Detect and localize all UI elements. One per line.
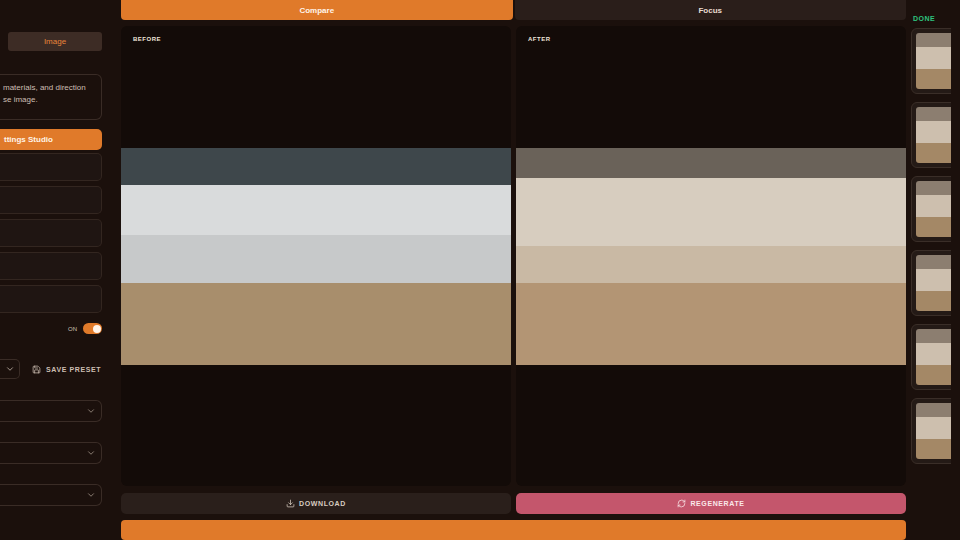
thumbnail-image <box>916 403 951 459</box>
toggle-label: ON <box>68 326 77 332</box>
results-strip: DONE <box>911 0 951 540</box>
panel-row: BEFORE AFTER <box>121 26 906 486</box>
thumbnail-image <box>916 107 951 163</box>
chevron-down-icon <box>86 406 96 416</box>
result-thumbnail[interactable] <box>911 102 951 168</box>
thumbnail-image <box>916 329 951 385</box>
result-thumbnail[interactable] <box>911 398 951 464</box>
image-panel: BEFORE <box>121 26 511 486</box>
setting-field[interactable] <box>0 219 102 247</box>
save-preset-button[interactable]: SAVE PRESET <box>32 365 101 374</box>
thumbnail-image <box>916 255 951 311</box>
setting-select[interactable] <box>0 442 102 464</box>
app: Image materials, and directionse image. tt… <box>0 0 960 540</box>
prompt-hint: se image. <box>3 94 97 106</box>
setting-select[interactable] <box>0 400 102 422</box>
mode-tabs: Image <box>0 32 112 51</box>
field-list <box>0 153 112 313</box>
prompt-hint: materials, and direction <box>3 82 97 94</box>
compare-area: CompareFocus BEFORE AFTER DOWNLOADREGENERAT… <box>121 0 906 540</box>
thumbnail-list <box>911 28 951 464</box>
view-tabs: CompareFocus <box>121 0 906 20</box>
section-header[interactable]: ttings Studio <box>0 129 102 150</box>
view-tab[interactable]: Focus <box>515 0 907 20</box>
status-label: DONE <box>911 15 951 22</box>
sidebar: Image materials, and directionse image. tt… <box>0 0 112 540</box>
toggle-knob <box>93 325 101 333</box>
setting-field[interactable] <box>0 153 102 181</box>
image-panel: AFTER <box>516 26 906 486</box>
chevron-down-icon <box>86 490 96 500</box>
render-image <box>516 148 906 365</box>
download-button[interactable]: DOWNLOAD <box>121 493 511 514</box>
setting-select[interactable] <box>0 484 102 506</box>
prompt-field[interactable]: materials, and directionse image. <box>0 74 102 120</box>
download-icon <box>286 499 295 508</box>
setting-field[interactable] <box>0 186 102 214</box>
view-tab[interactable]: Compare <box>121 0 513 20</box>
refresh-icon <box>677 499 686 508</box>
generate-bar[interactable] <box>121 520 906 540</box>
regenerate-button[interactable]: REGENERATE <box>516 493 906 514</box>
toggle-switch[interactable] <box>83 323 102 334</box>
preset-row: SAVE PRESET <box>0 359 112 379</box>
action-row: DOWNLOADREGENERATE <box>121 493 906 514</box>
toggle-row: ON <box>0 323 102 334</box>
panel-label: BEFORE <box>133 36 161 42</box>
panel-label: AFTER <box>528 36 551 42</box>
thumbnail-image <box>916 33 951 89</box>
save-icon <box>32 365 41 374</box>
mode-tab[interactable]: Image <box>8 32 102 51</box>
select-list <box>0 400 112 506</box>
render-image <box>121 148 511 365</box>
setting-field[interactable] <box>0 252 102 280</box>
result-thumbnail[interactable] <box>911 28 951 94</box>
chevron-down-icon <box>5 364 15 374</box>
preset-select[interactable] <box>0 359 20 379</box>
result-thumbnail[interactable] <box>911 250 951 316</box>
thumbnail-image <box>916 181 951 237</box>
setting-field[interactable] <box>0 285 102 313</box>
result-thumbnail[interactable] <box>911 176 951 242</box>
chevron-down-icon <box>86 448 96 458</box>
result-thumbnail[interactable] <box>911 324 951 390</box>
